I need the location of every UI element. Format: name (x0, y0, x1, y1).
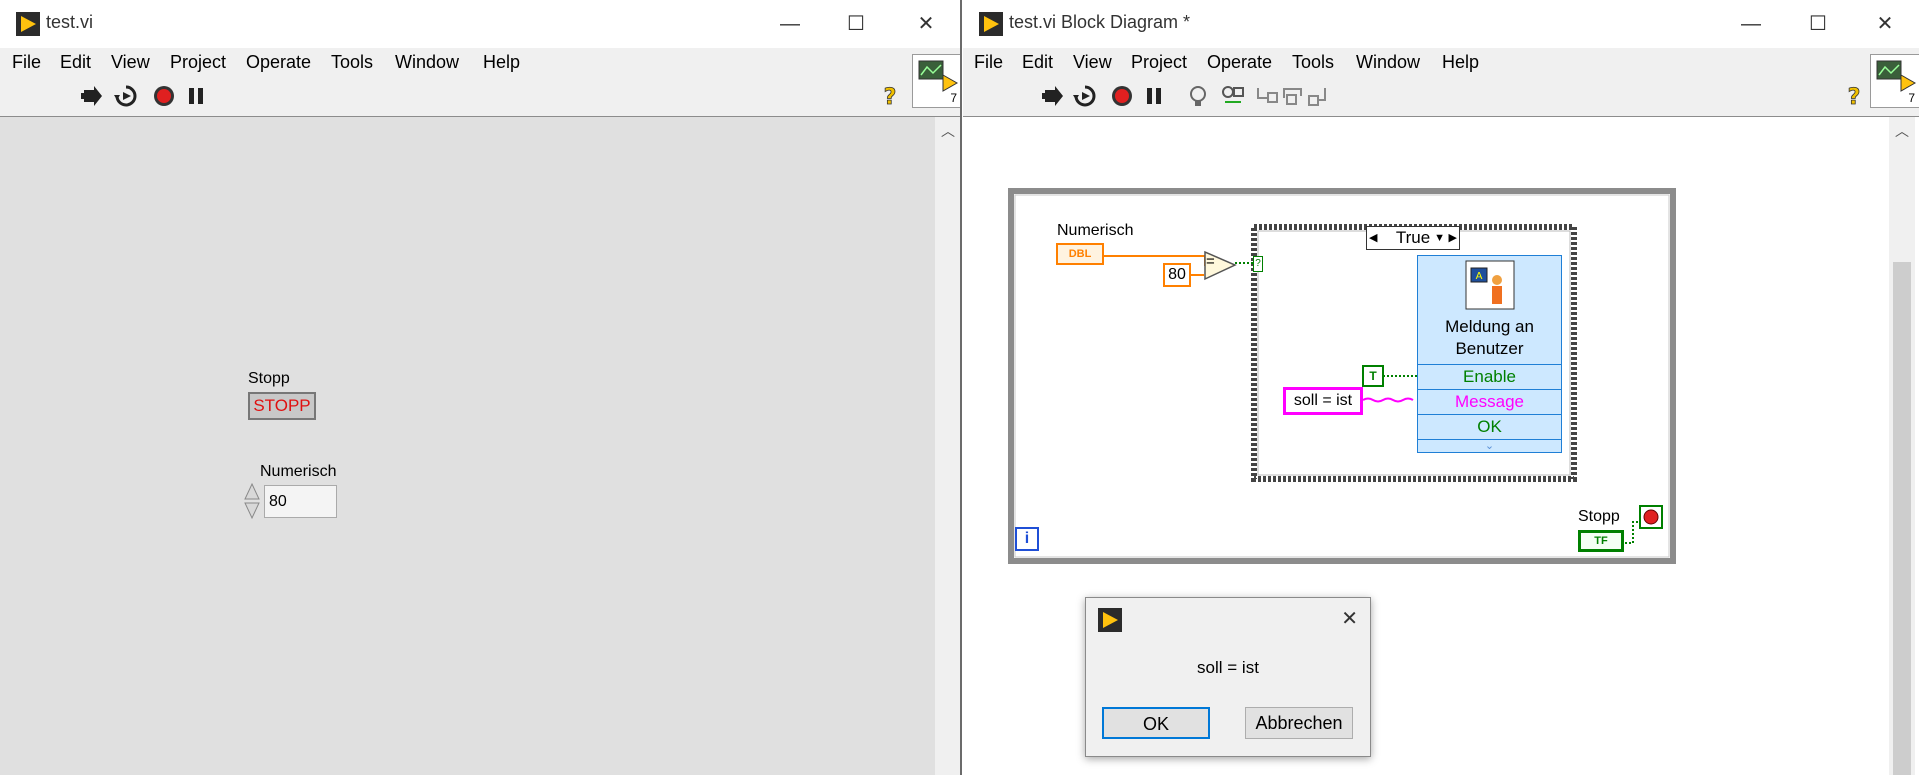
menu-file[interactable]: File (12, 52, 41, 73)
abort-execution-icon[interactable] (1110, 84, 1134, 108)
front-panel-window: test.vi — ☐ ✕ File Edit View Project Ope… (0, 0, 962, 775)
front-panel-canvas: Stopp STOPP Numerisch 80 (0, 117, 935, 775)
menu-project[interactable]: Project (170, 52, 226, 73)
title-bar[interactable]: test.vi Block Diagram * — ☐ ✕ (963, 0, 1919, 48)
menu-operate[interactable]: Operate (246, 52, 311, 73)
menu-help[interactable]: Help (483, 52, 520, 73)
highlight-execution-icon[interactable] (1186, 84, 1210, 108)
labview-icon (16, 12, 40, 36)
string-constant[interactable]: soll = ist (1283, 387, 1363, 415)
scrollbar-thumb[interactable] (1893, 262, 1911, 775)
menu-bar: File Edit View Project Operate Tools Win… (0, 48, 960, 76)
step-into-icon[interactable] (1255, 84, 1279, 108)
run-arrow-icon[interactable] (80, 84, 104, 108)
window-title: test.vi Block Diagram * (1009, 12, 1191, 32)
stop-terminal[interactable]: TF (1578, 530, 1624, 552)
message-user-icon: A (1465, 260, 1515, 310)
case-selector-label: True (1395, 228, 1431, 247)
vertical-scrollbar[interactable]: ︿ (935, 117, 960, 775)
svg-text:?: ? (1848, 85, 1861, 108)
pause-icon[interactable] (184, 84, 208, 108)
stop-terminal-label: Stopp (1578, 508, 1620, 525)
menu-bar: File Edit View Project Operate Tools Win… (963, 48, 1919, 76)
context-help-icon[interactable]: ? (878, 84, 902, 108)
equal-function[interactable]: = (1206, 253, 1215, 270)
display-message-node[interactable]: A Meldung an Benutzer Enable Message OK … (1417, 255, 1562, 453)
minimize-button[interactable]: — (770, 8, 810, 40)
loop-condition-icon[interactable] (1639, 505, 1663, 529)
context-help-icon[interactable]: ? (1842, 84, 1866, 108)
retain-wire-values-icon[interactable] (1221, 84, 1245, 108)
boolean-true-constant[interactable]: T (1362, 365, 1384, 387)
case-selector-terminal: ? (1253, 256, 1263, 272)
message-terminal[interactable]: Message (1418, 389, 1561, 415)
connector-pane-icon[interactable]: 7 (912, 54, 960, 108)
scroll-up-icon[interactable]: ︿ (941, 121, 955, 141)
message-dialog: ✕ soll = ist OK Abbrechen (1085, 597, 1371, 757)
ok-terminal[interactable]: OK (1418, 414, 1561, 440)
case-selector[interactable]: ◀ True ▼ ▶ (1366, 226, 1460, 250)
run-arrow-icon[interactable] (1041, 84, 1065, 108)
close-button[interactable]: ✕ (906, 8, 946, 40)
menu-file[interactable]: File (974, 52, 1003, 73)
menu-operate[interactable]: Operate (1207, 52, 1272, 73)
case-prev-icon[interactable]: ◀ (1369, 227, 1377, 249)
cancel-button[interactable]: Abbrechen (1245, 707, 1353, 739)
toolbar: ? (0, 76, 960, 117)
step-over-icon[interactable] (1281, 84, 1305, 108)
menu-edit[interactable]: Edit (1022, 52, 1053, 73)
menu-view[interactable]: View (1073, 52, 1112, 73)
case-next-icon[interactable]: ▶ (1449, 227, 1457, 249)
menu-tools[interactable]: Tools (331, 52, 373, 73)
run-continuously-icon[interactable] (114, 84, 138, 108)
minimize-button[interactable]: — (1731, 8, 1771, 40)
numeric-label: Numerisch (260, 463, 337, 480)
menu-tools[interactable]: Tools (1292, 52, 1334, 73)
labview-icon (1098, 608, 1122, 632)
stop-label: Stopp (248, 370, 290, 387)
stop-button[interactable]: STOPP (248, 392, 316, 420)
menu-edit[interactable]: Edit (60, 52, 91, 73)
maximize-button[interactable]: ☐ (836, 8, 876, 40)
vertical-scrollbar[interactable]: ︿ (1889, 117, 1915, 775)
svg-text:?: ? (884, 85, 897, 108)
title-bar[interactable]: test.vi — ☐ ✕ (0, 0, 960, 48)
menu-window[interactable]: Window (1356, 52, 1420, 73)
chevron-down-icon[interactable]: ▼ (1434, 227, 1445, 249)
pause-icon[interactable] (1142, 84, 1166, 108)
node-title-line2: Benutzer (1455, 339, 1524, 358)
close-icon[interactable]: ✕ (1341, 606, 1358, 631)
numeric-terminal-label: Numerisch (1057, 222, 1134, 239)
node-title-line1: Meldung an (1445, 317, 1534, 336)
svg-text:A: A (1476, 271, 1483, 282)
iteration-terminal: i (1015, 527, 1039, 551)
close-button[interactable]: ✕ (1865, 8, 1905, 40)
connector-number: 7 (950, 91, 957, 105)
connector-pane-icon[interactable]: 7 (1870, 54, 1919, 108)
connector-number: 7 (1908, 91, 1915, 105)
ok-button[interactable]: OK (1102, 707, 1210, 739)
numeric-constant[interactable]: 80 (1163, 263, 1191, 287)
increment-decrement-arrows[interactable] (243, 482, 261, 520)
maximize-button[interactable]: ☐ (1798, 8, 1838, 40)
run-continuously-icon[interactable] (1073, 84, 1097, 108)
scroll-up-icon[interactable]: ︿ (1895, 121, 1909, 141)
expand-node-icon[interactable]: ⌄ (1418, 439, 1561, 454)
numeric-terminal[interactable]: DBL (1056, 243, 1104, 265)
menu-project[interactable]: Project (1131, 52, 1187, 73)
toolbar: ? (963, 76, 1919, 117)
step-out-icon[interactable] (1307, 84, 1331, 108)
labview-icon (979, 12, 1003, 36)
numeric-control[interactable]: 80 (264, 485, 337, 518)
menu-view[interactable]: View (111, 52, 150, 73)
enable-terminal[interactable]: Enable (1418, 364, 1561, 390)
menu-window[interactable]: Window (395, 52, 459, 73)
dialog-message: soll = ist (1197, 658, 1259, 677)
window-title: test.vi (46, 12, 94, 32)
menu-help[interactable]: Help (1442, 52, 1479, 73)
abort-execution-icon[interactable] (152, 84, 176, 108)
